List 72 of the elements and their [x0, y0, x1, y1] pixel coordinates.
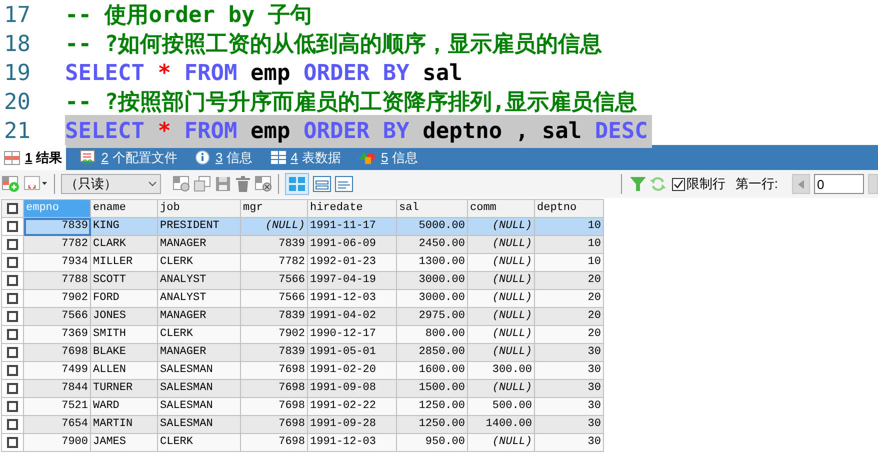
grid-dropdown-icon[interactable]: [24, 176, 48, 192]
line-number: 18: [3, 31, 32, 59]
line-number: 17: [3, 2, 32, 30]
caret-icon: [148, 181, 157, 187]
select-all-checkbox[interactable]: [7, 203, 18, 214]
row-checkbox[interactable]: [7, 311, 18, 322]
tab[interactable]: 5 信息: [354, 145, 422, 170]
table-cell: 950.00: [396, 434, 468, 452]
first-row-label: 第一行:: [735, 175, 778, 194]
column-header[interactable]: comm: [468, 200, 534, 218]
copy-icon[interactable]: [194, 176, 211, 192]
line-number: 20: [3, 89, 32, 117]
table-cell: 7698: [240, 434, 308, 452]
table-cell: JAMES: [90, 434, 158, 452]
table-cell: 1991-11-17: [308, 218, 396, 236]
code-line: -- ?如何按照工资的从低到高的顺序，显示雇员的信息: [65, 30, 602, 59]
column-header[interactable]: ename: [90, 200, 158, 218]
row-checkbox[interactable]: [7, 401, 18, 412]
check-icon: [673, 178, 684, 190]
grid-delete-icon[interactable]: [255, 176, 272, 192]
add-row-icon[interactable]: [2, 176, 20, 192]
table-cell: PRESIDENT: [158, 218, 240, 236]
column-header[interactable]: sal: [396, 200, 468, 218]
row-checkbox[interactable]: [7, 329, 18, 340]
row-checkbox[interactable]: [7, 419, 18, 430]
code-line: SELECT * FROM emp ORDER BY sal: [65, 60, 462, 88]
row-checkbox[interactable]: [7, 383, 18, 394]
column-header[interactable]: job: [158, 200, 240, 218]
grid-icon: [4, 150, 20, 164]
code-line: -- 使用order by 子句: [65, 2, 312, 30]
list-icon: [80, 150, 96, 165]
table-cell: 7900: [24, 434, 90, 452]
tab[interactable]: 3 信息: [191, 145, 257, 170]
line-number: 19: [3, 60, 32, 88]
table-icon: [270, 151, 286, 164]
row-checkbox[interactable]: [7, 347, 18, 358]
text-view-icon[interactable]: [335, 176, 353, 192]
tab[interactable]: 4 表数据: [266, 145, 345, 170]
table-cell: 10: [534, 218, 604, 236]
shapes-icon: [358, 151, 376, 164]
first-row-field[interactable]: 0: [814, 174, 864, 194]
mode-dropdown[interactable]: （只读）: [61, 174, 161, 194]
table-cell: (NULL): [240, 218, 308, 236]
code-line: -- ?按照部门号升序而雇员的工资降序排列,显示雇员信息: [65, 88, 638, 117]
row-checkbox[interactable]: [7, 221, 18, 232]
left-arrow-icon: [798, 180, 804, 188]
form-view-icon[interactable]: [313, 176, 331, 192]
table-cell: 30: [534, 434, 604, 452]
save-icon[interactable]: [215, 176, 231, 192]
line-number: 21: [3, 118, 32, 146]
table-cell: 5000.00: [396, 218, 468, 236]
column-header[interactable]: mgr: [240, 200, 308, 218]
table-cell: (NULL): [468, 434, 534, 452]
table-cell: CLERK: [158, 434, 240, 452]
table-cell: (NULL): [468, 218, 534, 236]
tab[interactable]: 1 结果: [0, 145, 66, 170]
row-checkbox[interactable]: [7, 365, 18, 376]
table-cell: 1991-12-03: [308, 434, 396, 452]
table-cell: 7839: [24, 218, 90, 236]
info-icon: [195, 150, 210, 165]
row-checkbox[interactable]: [7, 293, 18, 304]
row-checkbox[interactable]: [7, 437, 18, 448]
table-cell: KING: [90, 218, 158, 236]
column-header[interactable]: hiredate: [308, 200, 396, 218]
row-checkbox[interactable]: [7, 257, 18, 268]
row-checkbox[interactable]: [7, 275, 18, 286]
limit-rows-checkbox[interactable]: 限制行: [672, 174, 726, 194]
row-checkbox[interactable]: [7, 239, 18, 250]
grid-add-icon[interactable]: [173, 176, 190, 192]
tab[interactable]: 2 个配置文件: [76, 145, 182, 170]
column-header[interactable]: deptno: [534, 200, 604, 218]
trash-icon[interactable]: [235, 176, 251, 192]
